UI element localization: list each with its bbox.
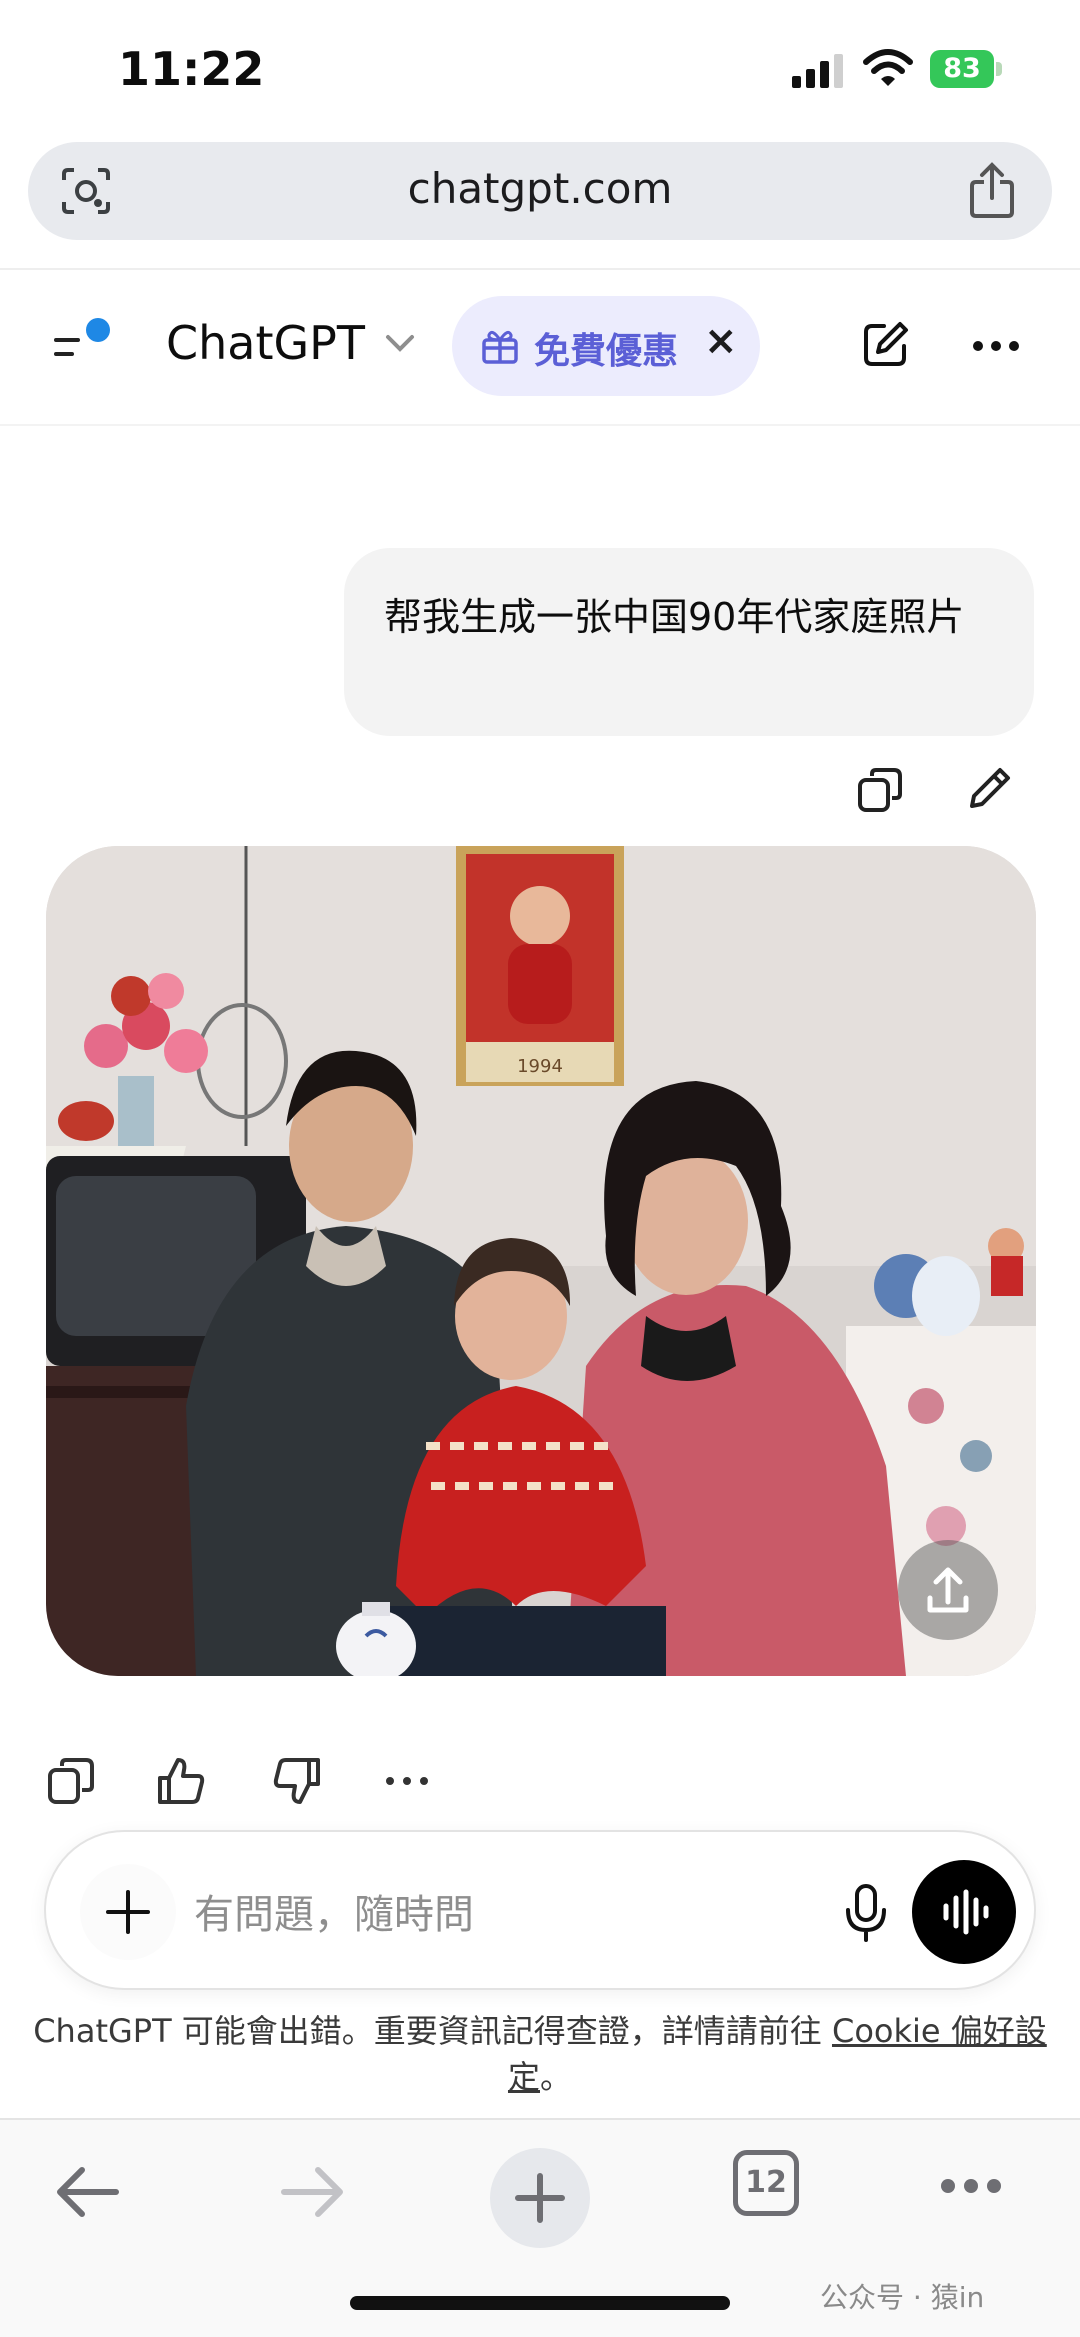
tabs-icon[interactable]: 12 (733, 2150, 799, 2216)
disclaimer: ChatGPT 可能會出錯。重要資訊記得查證，詳情請前往 Cookie 偏好設定… (30, 2008, 1050, 2100)
status-time: 11:22 (118, 42, 265, 96)
divider (0, 268, 1080, 270)
free-offer-label: 免費優惠 (534, 331, 679, 372)
url-text[interactable]: chatgpt.com (28, 164, 1052, 213)
wifi-icon (863, 49, 913, 86)
calendar-year: 1994 (517, 1056, 563, 1077)
more-icon[interactable] (382, 1756, 432, 1806)
user-message-bubble: 帮我生成一张中国90年代家庭照片 (344, 548, 1034, 736)
disclaimer-text: ChatGPT 可能會出錯。重要資訊記得查證，詳情請前往 (33, 2012, 832, 2050)
message-composer: 有問題，隨時問 (44, 1830, 1036, 1990)
copy-icon[interactable] (856, 766, 904, 814)
sidebar-menu-icon[interactable] (52, 316, 116, 368)
plus-icon (515, 2173, 565, 2223)
voice-icon (943, 1889, 989, 1935)
new-tab-button[interactable] (490, 2148, 590, 2248)
generated-family-photo[interactable]: 1994 (46, 846, 1036, 1676)
home-indicator (350, 2296, 730, 2310)
watermark: 公众号 · 猿in (820, 2281, 985, 2314)
share-icon[interactable] (968, 162, 1016, 218)
pencil-icon[interactable] (966, 764, 1014, 812)
divider (0, 424, 1080, 426)
edit-icon[interactable] (862, 320, 910, 368)
copy-icon[interactable] (46, 1756, 96, 1806)
app-header: ChatGPT 免費優惠 × (0, 272, 1080, 422)
battery-indicator: 83 (930, 50, 1002, 88)
upload-icon (927, 1567, 969, 1613)
plus-icon[interactable] (78, 1862, 178, 1962)
gift-icon (482, 330, 518, 364)
model-selector-title[interactable]: ChatGPT (166, 316, 365, 370)
message-input[interactable]: 有問題，隨時問 (194, 1882, 474, 1940)
forward-arrow-icon[interactable] (280, 2164, 346, 2220)
free-offer-button[interactable]: 免費優惠 × (452, 296, 760, 396)
more-icon[interactable] (938, 2176, 1004, 2196)
thumbs-down-icon[interactable] (272, 1756, 322, 1806)
close-icon[interactable]: × (704, 318, 738, 364)
photo-share-button[interactable] (898, 1540, 998, 1640)
cellular-signal-icon (792, 54, 843, 88)
back-arrow-icon[interactable] (54, 2164, 120, 2220)
voice-mode-button[interactable] (912, 1860, 1016, 1964)
status-bar: 11:22 83 (0, 0, 1080, 135)
address-bar[interactable]: chatgpt.com (28, 142, 1052, 240)
thumbs-up-icon[interactable] (156, 1756, 206, 1806)
chevron-down-icon[interactable] (384, 332, 416, 354)
mic-icon[interactable] (816, 1862, 916, 1962)
more-icon[interactable] (972, 340, 1020, 352)
disclaimer-end: 。 (540, 2058, 573, 2096)
battery-percent: 83 (943, 53, 981, 84)
